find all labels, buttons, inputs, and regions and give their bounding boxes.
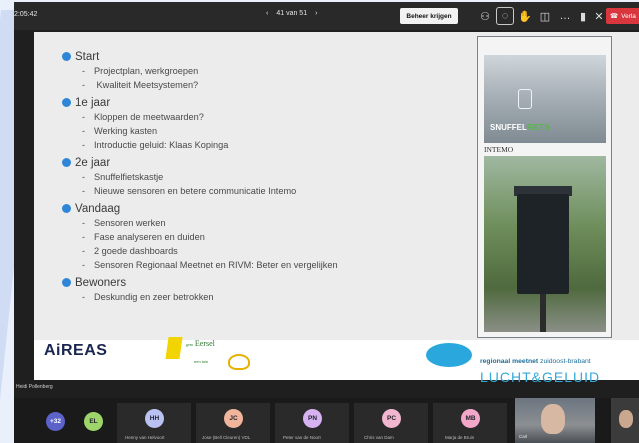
bike-icon xyxy=(518,89,532,109)
share-icon[interactable]: ◫ xyxy=(536,7,554,25)
snuffelfiets-label: SNUFFELFIETS xyxy=(490,123,550,132)
bullet-dot-icon xyxy=(62,52,71,61)
list-item: - Nieuwe sensoren en betere communicatie … xyxy=(82,186,297,196)
avatar[interactable]: EL xyxy=(84,412,103,431)
eersel-logo: gem Eersel xyxy=(186,339,215,348)
cabinet-pole xyxy=(540,294,546,332)
bullet-dot-icon xyxy=(62,98,71,107)
sensor-cabinet-photo xyxy=(484,156,606,332)
participant-tile[interactable]: HH Henny van Helvoort xyxy=(117,403,191,443)
areas-logo: AiREAS xyxy=(44,342,108,359)
section-heading: 1e jaar xyxy=(62,95,472,110)
chat-icon[interactable]: ◌ xyxy=(496,7,514,25)
list-item: -2 goede dashboards xyxy=(82,246,178,256)
intemo-caption: INTEMO xyxy=(484,145,514,154)
participant-face xyxy=(619,410,633,428)
list-item: - Deskundig en zeer betrokken xyxy=(82,292,214,302)
heart-logo-icon xyxy=(228,354,250,370)
photo-frame: SNUFFELFIETS INTEMO xyxy=(477,36,612,338)
meeting-window: 2:05:42 ‹ 41 van 51 › Beheer krijgen ⚇ ◌… xyxy=(14,2,639,443)
slide-pager: ‹ 41 van 51 › xyxy=(266,10,317,17)
section-heading: 2e jaar xyxy=(62,155,472,170)
participant-name: Chris van Dam xyxy=(364,435,394,440)
take-control-button[interactable]: Beheer krijgen xyxy=(400,8,458,24)
participant-name: Carl xyxy=(519,434,528,439)
participant-tile[interactable]: PN Peter van de Noort xyxy=(275,403,349,443)
phone-hangup-icon: ☎ xyxy=(610,13,619,20)
participant-name: Marja de Bruin xyxy=(445,435,475,440)
screen: 2:05:42 ‹ 41 van 51 › Beheer krijgen ⚇ ◌… xyxy=(0,0,639,443)
participant-strip: +32 EL HH Henny van Helvoort JC Jose (Be… xyxy=(14,398,639,443)
bullet-dot-icon xyxy=(62,158,71,167)
participant-tile[interactable]: MB Marja de Bruin xyxy=(433,403,507,443)
list-item: - Introductie geluid: Klaas Kopinga xyxy=(82,140,229,150)
chevron-left-icon[interactable]: ‹ xyxy=(266,10,268,17)
chevron-right-icon[interactable]: › xyxy=(315,10,317,17)
meeting-toolbar: 2:05:42 ‹ 41 van 51 › Beheer krijgen ⚇ ◌… xyxy=(14,2,639,30)
meeting-timer: 2:05:42 xyxy=(14,11,38,18)
eersel-tagline: een tuin xyxy=(194,359,209,364)
list-item: - Fase analyseren en duiden xyxy=(82,232,205,242)
participant-tile[interactable]: PC Chris van Dam xyxy=(354,403,428,443)
participant-video[interactable]: Carl xyxy=(515,398,595,443)
section-heading: Start xyxy=(62,49,472,64)
list-item: - Sensoren werken xyxy=(82,218,166,228)
avatar: MB xyxy=(461,409,480,428)
leave-button[interactable]: ☎ Verla xyxy=(606,8,639,24)
meetnet-subtitle: regionaal meetnet zuidoost-brabant xyxy=(480,358,591,365)
meetnet-logo-icon xyxy=(426,343,472,367)
list-item: - Sensoren Regionaal Meetnet en RIVM: Bet… xyxy=(82,260,338,270)
slide-bullet-list: Start - Projectplan, werkgroepen - Kwalit… xyxy=(62,46,472,304)
page-counter: 41 van 51 xyxy=(276,10,308,17)
avatar: HH xyxy=(145,409,164,428)
participant-name: Peter van de Noort xyxy=(283,435,321,440)
leave-label: Verla xyxy=(621,12,636,20)
snuffelfiets-photo: SNUFFELFIETS xyxy=(484,55,606,143)
list-item: - Werking kasten xyxy=(82,126,158,136)
presenter-name: Heidi Pollenberg xyxy=(16,384,53,390)
overflow-count-badge[interactable]: +32 xyxy=(46,412,65,431)
list-item: - Kloppen de meetwaarden? xyxy=(82,112,204,122)
avatar: JC xyxy=(224,409,243,428)
list-item: - Projectplan, werkgroepen xyxy=(82,66,199,76)
more-icon[interactable]: … xyxy=(556,7,574,25)
reactions-icon[interactable]: ✋ xyxy=(516,7,534,25)
avatar: PN xyxy=(303,409,322,428)
participant-tile[interactable]: JC Jose (Bell Cleuren) VDL xyxy=(196,403,270,443)
avatar: PC xyxy=(382,409,401,428)
section-heading: Bewoners xyxy=(62,275,472,290)
sensor-cabinet xyxy=(517,194,569,294)
list-item: - Snuffelfietskastje xyxy=(82,172,164,182)
participant-name: Henny van Helvoort xyxy=(125,435,165,440)
list-item: - Kwaliteit Meetsystemen? xyxy=(82,80,199,90)
participant-name: Jose (Bell Cleuren) VDL xyxy=(202,435,251,440)
section-heading: Vandaag xyxy=(62,201,472,216)
participant-face xyxy=(541,404,565,434)
meetnet-title: LUCHT&GELUID xyxy=(480,369,601,385)
participant-video[interactable] xyxy=(611,398,639,443)
people-icon[interactable]: ⚇ xyxy=(476,7,494,25)
shared-slide: Start - Projectplan, werkgroepen - Kwalit… xyxy=(34,32,639,380)
bullet-dot-icon xyxy=(62,204,71,213)
bullet-dot-icon xyxy=(62,278,71,287)
